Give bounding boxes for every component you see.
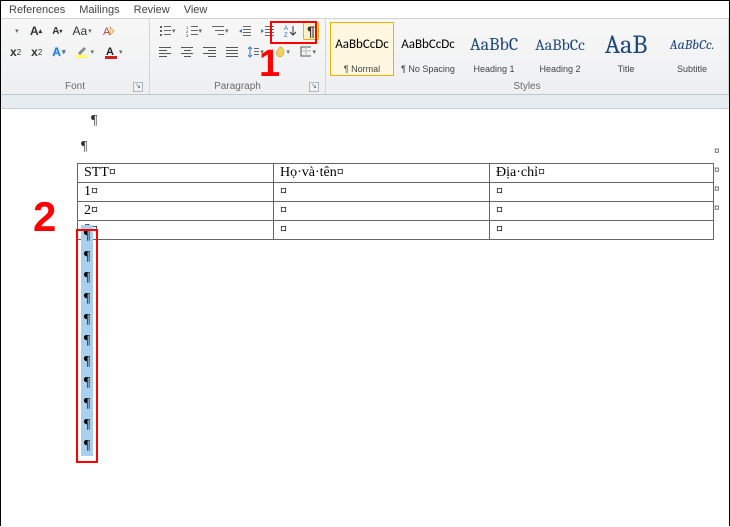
tab-mailings[interactable]: Mailings — [79, 4, 119, 16]
font-color-button[interactable]: A — [101, 43, 126, 61]
table-cell[interactable]: ¤ — [274, 221, 490, 240]
style-preview: AaBbCc — [535, 25, 585, 64]
bullets-button[interactable] — [156, 22, 179, 40]
style-preview: AaBbCcDc — [335, 25, 389, 64]
align-right-button[interactable] — [200, 43, 218, 61]
superscript-button[interactable]: x2 — [28, 43, 45, 61]
ribbon-tabs: References Mailings Review View — [1, 1, 729, 19]
table-cell[interactable]: ¤ — [274, 183, 490, 202]
style-preview: AaBbCc. — [670, 25, 715, 64]
group-font: A▴ A▾ Aa A x2 x2 A A Font ↘ — [1, 19, 150, 94]
table-cell[interactable]: ¤ — [274, 202, 490, 221]
style-name: ¶ Normal — [344, 64, 380, 74]
increase-indent-button[interactable] — [258, 22, 276, 40]
align-left-button[interactable] — [156, 43, 174, 61]
font-dialog-launcher[interactable]: ↘ — [133, 82, 143, 92]
style-item[interactable]: AaBTitle — [594, 22, 658, 76]
table-cell[interactable]: 1¤ — [78, 183, 274, 202]
group-paragraph: 123 AZ ¶ — [150, 19, 326, 94]
table-row: 1¤ ¤ ¤ — [78, 183, 714, 202]
group-label-font: Font ↘ — [7, 81, 143, 93]
group-label-styles: Styles — [330, 81, 724, 93]
style-name: Subtitle — [677, 64, 707, 74]
ribbon: A▴ A▾ Aa A x2 x2 A A Font ↘ — [1, 19, 729, 95]
pilcrow-mark: ¶ — [81, 435, 93, 456]
style-name: Heading 1 — [473, 64, 514, 74]
row-end-marks: ¤ ¤ ¤ ¤ — [714, 143, 720, 218]
pilcrow-mark: ¶ — [81, 414, 93, 435]
table-row: 3¤ ¤ ¤ — [78, 221, 714, 240]
justify-button[interactable] — [223, 43, 241, 61]
table-header-cell[interactable]: Họ·và·tên¤ — [274, 164, 490, 183]
pilcrow-mark: ¶ — [81, 139, 725, 155]
subscript-button[interactable]: x2 — [7, 43, 24, 61]
decrease-indent-button[interactable] — [236, 22, 254, 40]
table-row: 2¤ ¤ ¤ — [78, 202, 714, 221]
table-header-cell[interactable]: Địa·chỉ¤ — [490, 164, 714, 183]
style-item[interactable]: AaBbCcHeading 2 — [528, 22, 592, 76]
table-row: STT¤ Họ·và·tên¤ Địa·chỉ¤ — [78, 164, 714, 183]
selected-paragraph-marks[interactable]: ¶¶¶¶¶¶¶¶¶¶¶ — [81, 225, 93, 456]
document-area[interactable]: ¶ ¶ STT¤ Họ·và·tên¤ Địa·chỉ¤ 1¤ ¤ ¤ 2¤ ¤… — [1, 109, 729, 527]
table-cell[interactable]: 3¤ — [78, 221, 274, 240]
paragraph-dialog-launcher[interactable]: ↘ — [309, 82, 319, 92]
shrink-font-button[interactable]: A▾ — [49, 22, 65, 40]
sort-button[interactable]: AZ — [281, 22, 299, 40]
pilcrow-mark: ¶ — [81, 309, 93, 330]
style-preview: AaB — [605, 25, 648, 64]
grow-font-button[interactable]: A▴ — [27, 22, 45, 40]
pilcrow-mark: ¶ — [91, 113, 725, 129]
group-styles: AaBbCcDc¶ NormalAaBbCcDc¶ No SpacingAaBb… — [326, 19, 729, 94]
style-name: ¶ No Spacing — [401, 64, 455, 74]
table-cell[interactable]: ¤ — [490, 221, 714, 240]
line-spacing-button[interactable] — [245, 43, 267, 61]
pilcrow-mark: ¶ — [81, 225, 93, 246]
style-name: Title — [618, 64, 635, 74]
table-cell[interactable]: 2¤ — [78, 202, 274, 221]
tab-review[interactable]: Review — [134, 4, 170, 16]
tab-view[interactable]: View — [184, 4, 208, 16]
pilcrow-mark: ¶ — [81, 267, 93, 288]
pilcrow-mark: ¶ — [81, 246, 93, 267]
table-header-cell[interactable]: STT¤ — [78, 164, 274, 183]
pilcrow-mark: ¶ — [81, 288, 93, 309]
svg-text:3: 3 — [186, 33, 189, 37]
clear-formatting-button[interactable]: A — [99, 22, 119, 40]
multilevel-list-button[interactable] — [209, 22, 232, 40]
change-case-button[interactable]: Aa — [69, 22, 94, 40]
table-cell[interactable]: ¤ — [490, 183, 714, 202]
style-item[interactable]: AaBbCHeading 1 — [462, 22, 526, 76]
style-preview: AaBbC — [470, 25, 518, 64]
style-item[interactable]: AaBbCc.Subtitle — [660, 22, 724, 76]
font-size-dropdown[interactable] — [7, 22, 23, 40]
svg-text:Z: Z — [284, 33, 288, 38]
style-item[interactable]: AaBbCcDc¶ No Spacing — [396, 22, 460, 76]
numbering-button[interactable]: 123 — [183, 22, 206, 40]
svg-text:A: A — [284, 26, 288, 32]
style-name: Heading 2 — [539, 64, 580, 74]
style-preview: AaBbCcDc — [401, 25, 455, 64]
group-label-paragraph: Paragraph ↘ — [156, 81, 319, 93]
style-item[interactable]: AaBbCcDc¶ Normal — [330, 22, 394, 76]
show-hide-pilcrow-button[interactable]: ¶ — [303, 22, 319, 40]
tab-references[interactable]: References — [9, 4, 65, 16]
shading-button[interactable] — [271, 43, 293, 61]
ruler-area — [1, 95, 729, 109]
content-table[interactable]: STT¤ Họ·và·tên¤ Địa·chỉ¤ 1¤ ¤ ¤ 2¤ ¤ ¤ 3… — [77, 163, 714, 240]
align-center-button[interactable] — [178, 43, 196, 61]
page: ¶ ¶ STT¤ Họ·và·tên¤ Địa·chỉ¤ 1¤ ¤ ¤ 2¤ ¤… — [65, 109, 725, 240]
table-cell[interactable]: ¤ — [490, 202, 714, 221]
text-effects-button[interactable]: A — [49, 43, 68, 61]
pilcrow-mark: ¶ — [81, 393, 93, 414]
highlight-button[interactable] — [72, 43, 97, 61]
pilcrow-mark: ¶ — [81, 351, 93, 372]
style-gallery[interactable]: AaBbCcDc¶ NormalAaBbCcDc¶ No SpacingAaBb… — [330, 22, 724, 76]
borders-button[interactable] — [297, 43, 319, 61]
pilcrow-mark: ¶ — [81, 372, 93, 393]
pilcrow-mark: ¶ — [81, 330, 93, 351]
